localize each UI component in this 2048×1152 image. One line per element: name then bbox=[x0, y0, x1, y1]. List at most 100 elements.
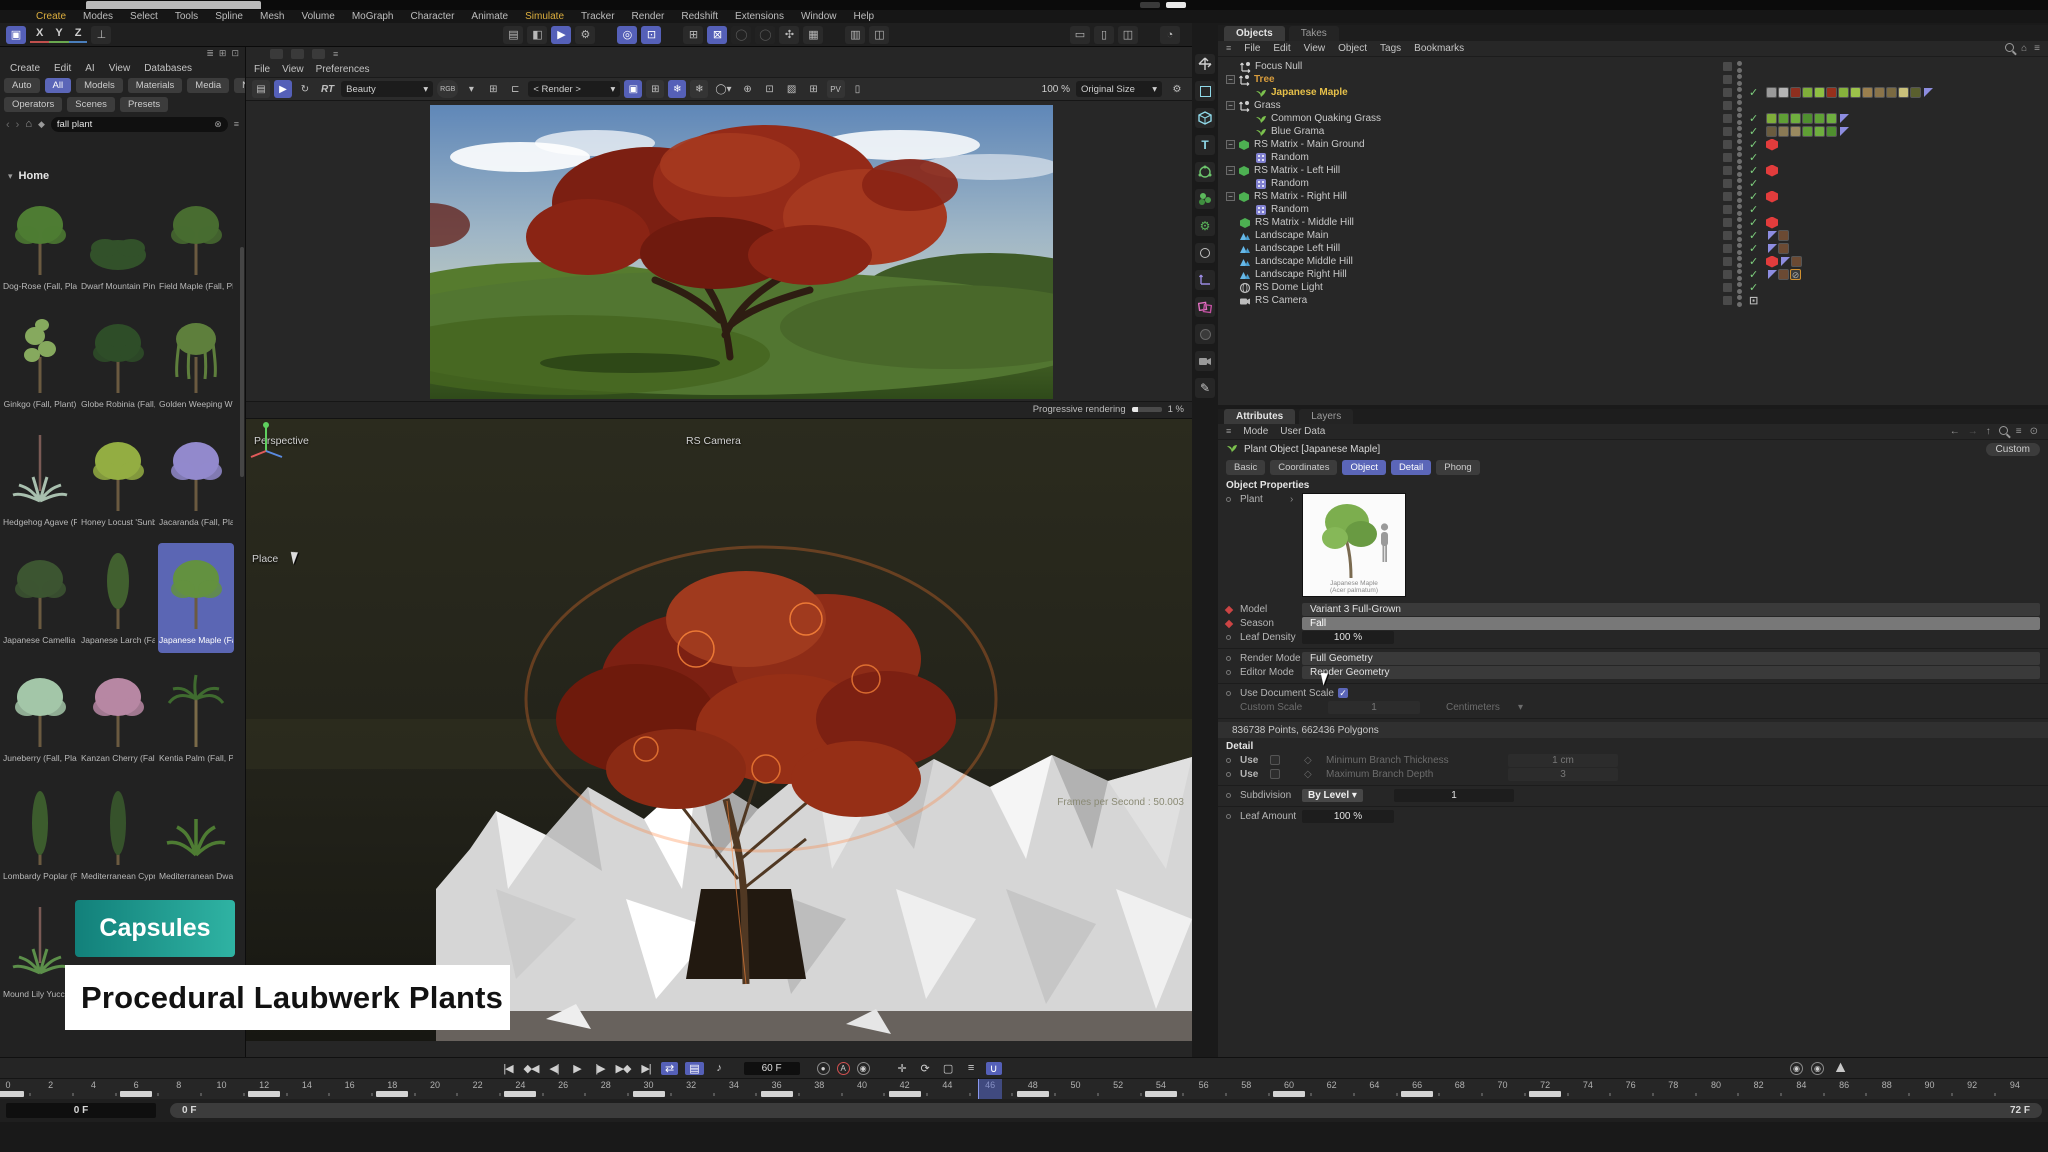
leaf-amount-field[interactable]: 100 % bbox=[1302, 810, 1394, 823]
texture-flag-icon[interactable] bbox=[1781, 257, 1790, 266]
visibility-dots[interactable] bbox=[1737, 282, 1742, 294]
layer-toggle[interactable] bbox=[1723, 244, 1732, 253]
subdivision-field[interactable]: 1 bbox=[1394, 789, 1514, 802]
keyframe-marker[interactable] bbox=[761, 1091, 793, 1097]
enabled-check-icon[interactable]: ✓ bbox=[1749, 192, 1758, 202]
enabled-check-icon[interactable]: ✓ bbox=[1749, 283, 1758, 293]
min-branch-field[interactable]: 1 cm bbox=[1508, 754, 1618, 767]
enabled-check-icon[interactable]: ✓ bbox=[1749, 231, 1758, 241]
object-row[interactable]: Landscape Left Hill✓ bbox=[1218, 242, 2048, 255]
redshift-tag-icon[interactable] bbox=[1766, 256, 1778, 268]
visibility-dots[interactable] bbox=[1737, 139, 1742, 151]
attr-tab-basic[interactable]: Basic bbox=[1226, 460, 1265, 475]
hamburger-icon[interactable]: ≡ bbox=[1226, 44, 1231, 53]
snowflake-icon[interactable]: ❄ bbox=[668, 80, 686, 98]
popout-icon[interactable]: ⊡ bbox=[231, 49, 239, 58]
tab-takes[interactable]: Takes bbox=[1289, 26, 1339, 41]
expand-toggle[interactable]: − bbox=[1226, 75, 1235, 84]
axis-gizmo[interactable] bbox=[246, 419, 286, 459]
tab-layers[interactable]: Layers bbox=[1299, 409, 1353, 424]
mode-menu[interactable]: Mode bbox=[1243, 426, 1268, 437]
range-start-handle[interactable]: 0 F bbox=[182, 1105, 196, 1116]
subdivision-mode-dropdown[interactable]: By Level ▾ bbox=[1302, 789, 1363, 802]
tab-attributes[interactable]: Attributes bbox=[1224, 409, 1295, 424]
keyframe-marker[interactable] bbox=[376, 1091, 408, 1097]
preview-range-toggle[interactable]: ▤ bbox=[685, 1062, 703, 1075]
perspective-viewport[interactable]: Frames per Second : 50.003 Perspective R… bbox=[246, 419, 1192, 1041]
menu-create[interactable]: Create bbox=[36, 11, 66, 22]
om-menu-file[interactable]: File bbox=[1244, 43, 1260, 54]
menu-mograph[interactable]: MoGraph bbox=[352, 11, 394, 22]
magic-solo-icon[interactable]: ◎ bbox=[617, 26, 637, 44]
disabled-tool-icon[interactable]: ◯ bbox=[755, 26, 775, 44]
material-tag[interactable] bbox=[1778, 230, 1789, 241]
menu-modes[interactable]: Modes bbox=[83, 11, 113, 22]
menu-tracker[interactable]: Tracker bbox=[581, 11, 615, 22]
material-tag[interactable] bbox=[1814, 126, 1825, 137]
window-control-icon[interactable] bbox=[1140, 2, 1160, 8]
asset-menu-databases[interactable]: Databases bbox=[144, 63, 192, 74]
target-tag-icon[interactable]: ⊡ bbox=[1749, 296, 1758, 306]
visibility-dots[interactable] bbox=[1737, 178, 1742, 190]
material-tag[interactable] bbox=[1898, 87, 1909, 98]
layer-toggle[interactable] bbox=[1723, 192, 1732, 201]
keyframe-marker[interactable] bbox=[504, 1091, 536, 1097]
material-tag[interactable] bbox=[1778, 126, 1789, 137]
camera-tool-icon[interactable] bbox=[1195, 351, 1215, 371]
object-row[interactable]: −RS Matrix - Main Ground✓ bbox=[1218, 138, 2048, 151]
filter-icon[interactable]: ≡ bbox=[2016, 426, 2022, 437]
forward-icon[interactable]: › bbox=[16, 119, 20, 131]
playhead[interactable] bbox=[978, 1079, 1002, 1099]
ab-compare-icon[interactable] bbox=[291, 49, 304, 59]
asset-menu-create[interactable]: Create bbox=[10, 63, 40, 74]
record-params-toggle[interactable]: ≡ bbox=[963, 1062, 979, 1074]
sound-toggle[interactable]: ♪ bbox=[711, 1062, 727, 1074]
asset-item[interactable]: Mediterranean Dwarf ... bbox=[158, 779, 234, 889]
attr-tab-detail[interactable]: Detail bbox=[1391, 460, 1431, 475]
material-tag[interactable] bbox=[1778, 269, 1789, 280]
filter-operators[interactable]: Operators bbox=[4, 97, 62, 112]
filter-icon[interactable]: ≡ bbox=[2034, 43, 2040, 54]
axis-mod-icon[interactable]: ✣ bbox=[779, 26, 799, 44]
hamburger-icon[interactable]: ≡ bbox=[1226, 427, 1231, 436]
object-row[interactable]: Random✓ bbox=[1218, 177, 2048, 190]
texture-flag-icon[interactable] bbox=[1840, 114, 1849, 123]
object-row[interactable]: Common Quaking Grass✓ bbox=[1218, 112, 2048, 125]
keyframe-marker[interactable] bbox=[120, 1091, 152, 1097]
model-dropdown[interactable]: Variant 3 Full-Grown bbox=[1302, 603, 2040, 616]
object-row[interactable]: Landscape Main✓ bbox=[1218, 229, 2048, 242]
expand-toggle[interactable]: − bbox=[1226, 101, 1235, 110]
redshift-tag-icon[interactable] bbox=[1766, 217, 1778, 229]
sphere-view-icon[interactable]: ◔ bbox=[1160, 26, 1180, 44]
renderview-stage[interactable] bbox=[246, 101, 1192, 401]
visibility-dots[interactable] bbox=[1737, 100, 1742, 112]
keyframe-marker[interactable] bbox=[1017, 1091, 1049, 1097]
material-tag[interactable] bbox=[1826, 126, 1837, 137]
asset-item[interactable]: Kanzan Cherry (Fall, Pl... bbox=[80, 661, 156, 771]
keyframe-marker[interactable] bbox=[0, 1091, 24, 1097]
material-tag[interactable] bbox=[1790, 126, 1801, 137]
attr-tab-phong[interactable]: Phong bbox=[1436, 460, 1479, 475]
viewport-camera-label[interactable]: RS Camera bbox=[686, 435, 741, 447]
grid-snap-icon[interactable]: ⊞ bbox=[683, 26, 703, 44]
menu-simulate[interactable]: Simulate bbox=[525, 11, 564, 22]
renderview-menu-file[interactable]: File bbox=[254, 64, 270, 75]
filter-presets[interactable]: Presets bbox=[120, 97, 168, 112]
enabled-check-icon[interactable]: ✓ bbox=[1749, 257, 1758, 267]
material-tag[interactable] bbox=[1814, 87, 1825, 98]
lock-icon[interactable]: ⊙ bbox=[2030, 426, 2038, 437]
layout-split-icon[interactable]: ◫ bbox=[1118, 26, 1138, 44]
material-tag[interactable] bbox=[1778, 113, 1789, 124]
asset-search-box[interactable]: fall plant ⊗ bbox=[51, 117, 228, 132]
render-active-icon[interactable]: ▶ bbox=[551, 26, 571, 44]
crop-icon[interactable]: ⊏ bbox=[506, 80, 524, 98]
window-title-tab[interactable] bbox=[86, 1, 261, 9]
enabled-check-icon[interactable]: ✓ bbox=[1749, 179, 1758, 189]
next-frame-button[interactable]: |▶ bbox=[592, 1062, 608, 1075]
material-tag[interactable] bbox=[1802, 113, 1813, 124]
workplane-axes-icon[interactable] bbox=[1195, 270, 1215, 290]
goto-start-button[interactable]: |◀ bbox=[500, 1062, 516, 1075]
keyframe-marker[interactable] bbox=[1145, 1091, 1177, 1097]
search-icon[interactable] bbox=[1999, 426, 2008, 435]
enabled-check-icon[interactable]: ✓ bbox=[1749, 218, 1758, 228]
